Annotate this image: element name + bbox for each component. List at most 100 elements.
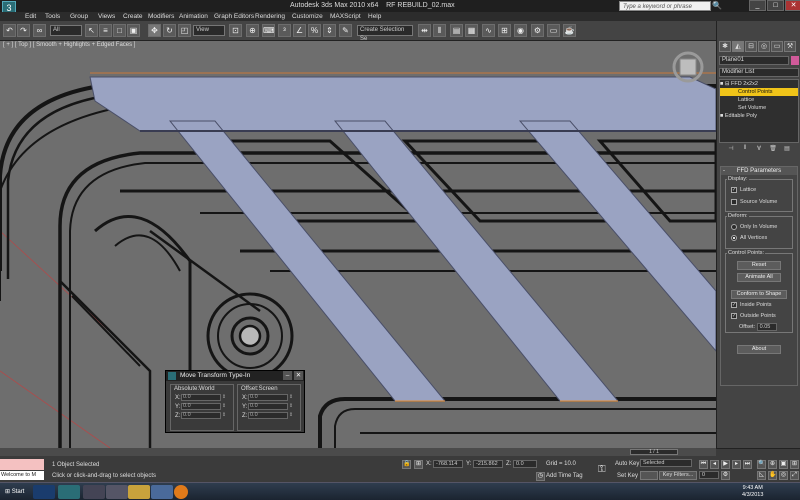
spinner-icon[interactable]: ⇕ <box>288 412 294 419</box>
photoshop-taskbar-icon[interactable] <box>33 485 55 499</box>
stack-item-control-points[interactable]: Control Points <box>720 88 798 96</box>
zoom-extents-all-icon[interactable]: ⊞ <box>790 460 799 469</box>
spinner-icon[interactable]: ⇕ <box>221 412 227 419</box>
lock-icon[interactable]: 🔒 <box>402 460 411 469</box>
stack-item-set-volume[interactable]: Set Volume <box>720 104 798 112</box>
light-bulb-icon[interactable]: ■ <box>720 113 723 119</box>
stack-item-editable-poly[interactable]: ■ Editable Poly <box>720 112 798 120</box>
next-frame-icon[interactable]: ▸ <box>732 460 741 469</box>
dialog-title-bar[interactable]: Move Transform Type-In – ✕ <box>166 371 304 381</box>
modify-tab-icon[interactable]: ◭ <box>732 41 744 52</box>
motion-tab-icon[interactable]: ◎ <box>758 41 770 52</box>
hierarchy-tab-icon[interactable]: ⊟ <box>745 41 757 52</box>
time-slider-track[interactable] <box>0 448 716 456</box>
keyboard-shortcut-icon[interactable]: ⌨ <box>262 24 275 37</box>
zoom-all-icon[interactable]: ⊕ <box>768 460 777 469</box>
field-of-view-icon[interactable]: ◺ <box>757 471 766 480</box>
explorer-taskbar-icon[interactable] <box>128 485 150 499</box>
close-icon[interactable]: ✕ <box>294 371 303 380</box>
menu-rendering[interactable]: Rendering <box>255 13 285 20</box>
menu-edit[interactable]: Edit <box>25 13 36 20</box>
spinner-icon[interactable]: ⇕ <box>288 394 294 401</box>
inside-points-checkbox[interactable]: ✓ Inside Points <box>731 302 772 308</box>
scale-icon[interactable]: ◰ <box>178 24 191 37</box>
help-search-input[interactable]: Type a keyword or phrase <box>619 1 711 11</box>
outside-points-checkbox[interactable]: ✓ Outside Points <box>731 313 776 319</box>
make-unique-icon[interactable]: ∀ <box>753 145 765 152</box>
menu-maxscript[interactable]: MAXScript <box>330 13 361 20</box>
modifier-list-dropdown[interactable]: Modifier List <box>719 68 799 77</box>
stack-item-lattice[interactable]: Lattice <box>720 96 798 104</box>
pin-stack-icon[interactable]: ⊣ <box>725 145 737 152</box>
menu-animation[interactable]: Animation <box>179 13 208 20</box>
spinner-snap-icon[interactable]: ⇕ <box>323 24 336 37</box>
link-icon[interactable]: ∞ <box>33 24 46 37</box>
orbit-icon[interactable]: ◎ <box>779 471 788 480</box>
light-bulb-icon[interactable]: ■ ⊟ <box>720 81 729 87</box>
menu-group[interactable]: Group <box>70 13 88 20</box>
system-clock[interactable]: 9:43 AM 4/3/2013 <box>742 485 763 499</box>
graphite-icon[interactable]: ▦ <box>465 24 478 37</box>
maxscript-listener[interactable] <box>0 459 44 470</box>
rect-select-icon[interactable]: □ <box>113 24 126 37</box>
conform-to-shape-button[interactable]: Conform to Shape <box>731 290 787 299</box>
pan-icon[interactable]: ✋ <box>768 471 777 480</box>
display-tab-icon[interactable]: ▭ <box>771 41 783 52</box>
minimize-icon[interactable]: _ <box>749 0 766 11</box>
reset-button[interactable]: Reset <box>737 261 781 270</box>
key-filters-button[interactable]: Key Filters... <box>659 471 697 480</box>
offset-z-field[interactable]: 0.0 <box>248 412 288 419</box>
absolute-x-field[interactable]: 0.0 <box>181 394 221 401</box>
notepad-taskbar-icon[interactable] <box>83 485 105 499</box>
goto-start-icon[interactable]: ⏮ <box>699 460 708 469</box>
3dsmax-taskbar-icon[interactable] <box>58 485 80 499</box>
select-manipulate-icon[interactable]: ⊕ <box>246 24 259 37</box>
maximize-icon[interactable]: □ <box>767 0 784 11</box>
time-tag-icon[interactable]: ◷ <box>536 472 545 481</box>
lattice-checkbox[interactable]: ✓ Lattice <box>731 187 756 193</box>
object-name-field[interactable]: Plane01 <box>719 56 789 65</box>
pivot-icon[interactable]: ⊡ <box>229 24 242 37</box>
align-icon[interactable]: ⫴ <box>433 24 446 37</box>
add-time-tag[interactable]: Add Time Tag <box>546 473 583 479</box>
mirror-icon[interactable]: ⇹ <box>418 24 431 37</box>
offset-x-field[interactable]: 0.0 <box>248 394 288 401</box>
maximize-viewport-icon[interactable]: ⤢ <box>790 471 799 480</box>
menu-create[interactable]: Create <box>123 13 143 20</box>
animate-all-button[interactable]: Animate All <box>737 273 781 282</box>
curve-editor-icon[interactable]: ∿ <box>482 24 495 37</box>
window-crossing-icon[interactable]: ▣ <box>127 24 140 37</box>
select-by-name-icon[interactable]: ≡ <box>99 24 112 37</box>
about-button[interactable]: About <box>737 345 781 354</box>
y-coordinate-field[interactable]: -215.862 <box>473 460 503 468</box>
media-taskbar-icon[interactable] <box>106 485 128 499</box>
zoom-extents-icon[interactable]: ▣ <box>779 460 788 469</box>
rollout-header[interactable]: - FFD Parameters <box>721 167 797 175</box>
offset-field[interactable]: 0.05 <box>756 323 777 331</box>
named-selection-dropdown[interactable]: Create Selection Se <box>357 25 413 42</box>
material-editor-icon[interactable]: ◉ <box>514 24 527 37</box>
stack-item-ffd[interactable]: ■ ⊟ FFD 2x2x2 <box>720 80 798 88</box>
viewport-top[interactable]: [ + ] [ Top ] [ Smooth + Highlights + Ed… <box>0 41 716 448</box>
z-coordinate-field[interactable]: 0.0 <box>513 460 537 468</box>
move-icon[interactable]: ✥ <box>148 24 161 37</box>
remove-modifier-icon[interactable]: 🗑 <box>767 145 779 152</box>
browser-taskbar-icon[interactable] <box>151 485 173 499</box>
start-button[interactable]: ⊞ Start <box>1 485 28 499</box>
menu-tools[interactable]: Tools <box>45 13 60 20</box>
source-volume-checkbox[interactable]: Source Volume <box>731 199 777 205</box>
maxscript-listener-output[interactable]: Welcome to M <box>0 471 44 480</box>
undo-icon[interactable]: ↶ <box>3 24 16 37</box>
ref-coord-dropdown[interactable]: View <box>193 25 225 36</box>
schematic-icon[interactable]: ⊞ <box>498 24 511 37</box>
time-config-icon[interactable]: ⚙ <box>721 471 730 480</box>
edit-named-selection-icon[interactable]: ✎ <box>339 24 352 37</box>
absolute-z-field[interactable]: 0.0 <box>181 412 221 419</box>
key-mode-dropdown[interactable]: Selected <box>640 459 692 467</box>
menu-graph-editors[interactable]: Graph Editors <box>214 13 254 20</box>
rotate-icon[interactable]: ↻ <box>163 24 176 37</box>
set-key-button[interactable] <box>640 471 658 480</box>
firefox-taskbar-icon[interactable] <box>174 485 188 499</box>
offset-y-field[interactable]: 0.0 <box>248 403 288 410</box>
render-setup-icon[interactable]: ⚙ <box>531 24 544 37</box>
